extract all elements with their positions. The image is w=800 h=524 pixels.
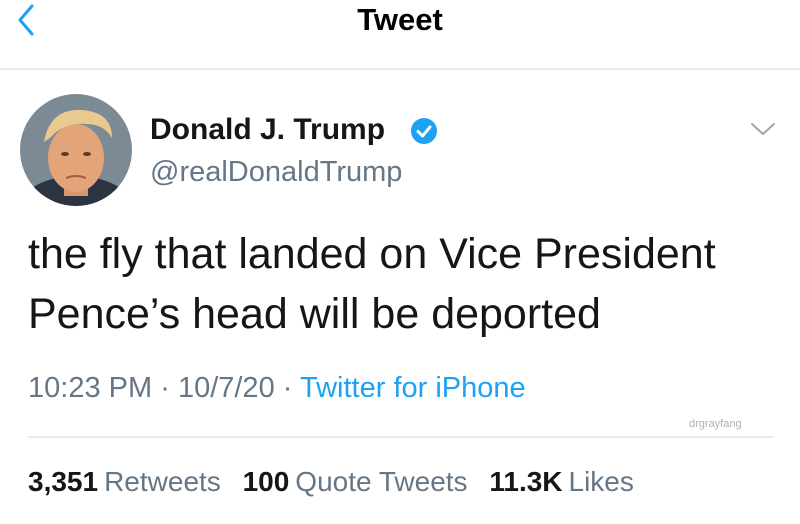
retweets-label: Retweets <box>104 466 221 497</box>
tweet-source-link[interactable]: Twitter for iPhone <box>300 372 526 404</box>
likes-stat[interactable]: 11.3K Likes <box>489 466 634 497</box>
likes-count: 11.3K <box>489 466 563 497</box>
chevron-down-icon <box>751 123 775 135</box>
tweet-time: 10:23 PM <box>28 372 153 404</box>
tweet-detail-screen: Tweet Donald J. Trump @realDonaldTrump t… <box>0 0 800 524</box>
verified-badge-icon <box>411 118 437 144</box>
avatar[interactable] <box>20 94 132 206</box>
author-handle[interactable]: @realDonaldTrump <box>150 154 402 190</box>
avatar-image <box>20 94 132 206</box>
divider <box>28 436 774 438</box>
quote-tweets-count: 100 <box>242 466 290 497</box>
tweet-menu-button[interactable] <box>746 118 780 140</box>
engagement-stats: 3,351 Retweets 100 Quote Tweets 11.3K Likes <box>28 464 648 500</box>
author-name[interactable]: Donald J. Trump <box>150 112 385 148</box>
tweet-meta: 10:23 PM · 10/7/20 · Twitter for iPhone <box>28 370 526 406</box>
retweets-count: 3,351 <box>28 466 99 497</box>
meta-separator: · <box>282 372 293 404</box>
quote-tweets-label: Quote Tweets <box>295 466 468 497</box>
top-bar: Tweet <box>0 0 800 70</box>
meta-separator: · <box>160 372 170 404</box>
retweets-stat[interactable]: 3,351 Retweets <box>28 466 221 497</box>
likes-label: Likes <box>568 466 634 497</box>
tweet-date: 10/7/20 <box>177 372 275 404</box>
watermark: drgrayfang <box>689 418 742 430</box>
page-title: Tweet <box>357 2 443 37</box>
quote-tweets-stat[interactable]: 100 Quote Tweets <box>243 466 468 497</box>
tweet-text: the fly that landed on Vice President Pe… <box>28 230 716 338</box>
